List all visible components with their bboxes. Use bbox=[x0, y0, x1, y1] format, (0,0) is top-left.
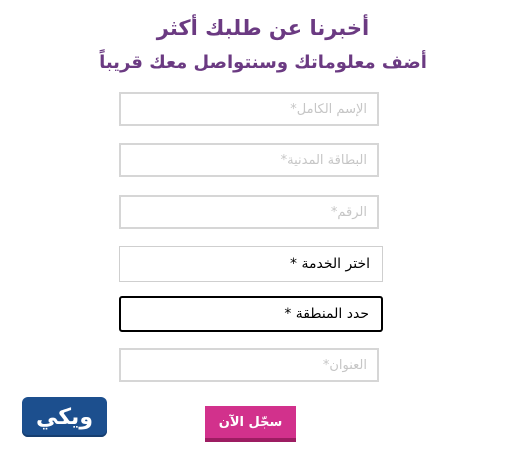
wiki-logo: ويكي bbox=[22, 397, 107, 437]
number-input[interactable] bbox=[119, 195, 379, 229]
region-select-label: حدد المنطقة * bbox=[284, 306, 369, 322]
service-select[interactable]: اختر الخدمة * bbox=[119, 246, 383, 282]
address-input[interactable] bbox=[119, 348, 379, 382]
page-title: أخبرنا عن طلبك أكثر bbox=[156, 16, 370, 40]
submit-button[interactable]: سجّل الآن bbox=[205, 406, 296, 442]
fullname-input[interactable] bbox=[119, 92, 379, 126]
page-subtitle: أضف معلوماتك وسنتواصل معك قريباً bbox=[99, 52, 427, 73]
civil-id-input[interactable] bbox=[119, 143, 379, 177]
region-select[interactable]: حدد المنطقة * bbox=[119, 296, 383, 332]
logo-text: ويكي bbox=[36, 404, 93, 430]
service-select-label: اختر الخدمة * bbox=[290, 256, 370, 272]
